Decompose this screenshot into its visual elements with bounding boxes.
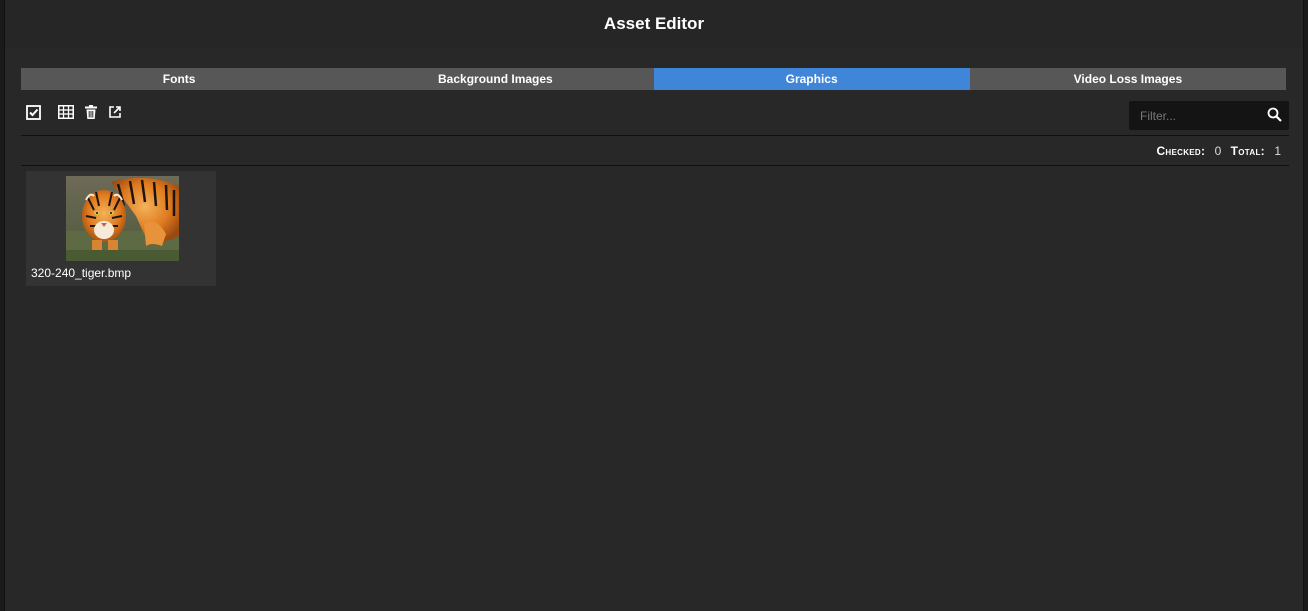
filter-input[interactable] [1129, 101, 1261, 130]
tiger-image [66, 176, 179, 261]
divider [21, 135, 1289, 136]
tab-background-images[interactable]: Background Images [337, 68, 654, 90]
toolbar [21, 100, 1289, 134]
filter-box [1129, 101, 1289, 130]
checked-count: 0 [1214, 144, 1222, 158]
window-title: Asset Editor [603, 14, 705, 33]
tab-video-loss-images[interactable]: Video Loss Images [969, 68, 1286, 90]
search-icon[interactable] [1267, 107, 1282, 127]
asset-grid: 320-240_tiger.bmp [26, 171, 216, 286]
tab-graphics[interactable]: Graphics [653, 68, 970, 90]
asset-tabs: Fonts Background Images Graphics Video L… [21, 68, 1286, 90]
grid-view-icon[interactable] [58, 104, 74, 120]
divider [21, 165, 1289, 166]
asset-editor-window: Asset Editor Fonts Background Images Gra… [4, 0, 1304, 611]
title-bar: Asset Editor [5, 0, 1303, 48]
asset-card[interactable]: 320-240_tiger.bmp [26, 171, 216, 286]
tab-fonts[interactable]: Fonts [21, 68, 338, 90]
trash-icon[interactable] [83, 104, 99, 120]
total-label: Total: [1230, 144, 1265, 158]
asset-name: 320-240_tiger.bmp [31, 266, 132, 280]
total-count: 1 [1274, 144, 1281, 158]
selection-stats: Checked: 0 Total: 1 [1156, 144, 1281, 158]
select-all-checkbox-icon[interactable] [25, 104, 41, 120]
export-icon[interactable] [107, 104, 123, 120]
checked-label: Checked: [1156, 144, 1206, 158]
